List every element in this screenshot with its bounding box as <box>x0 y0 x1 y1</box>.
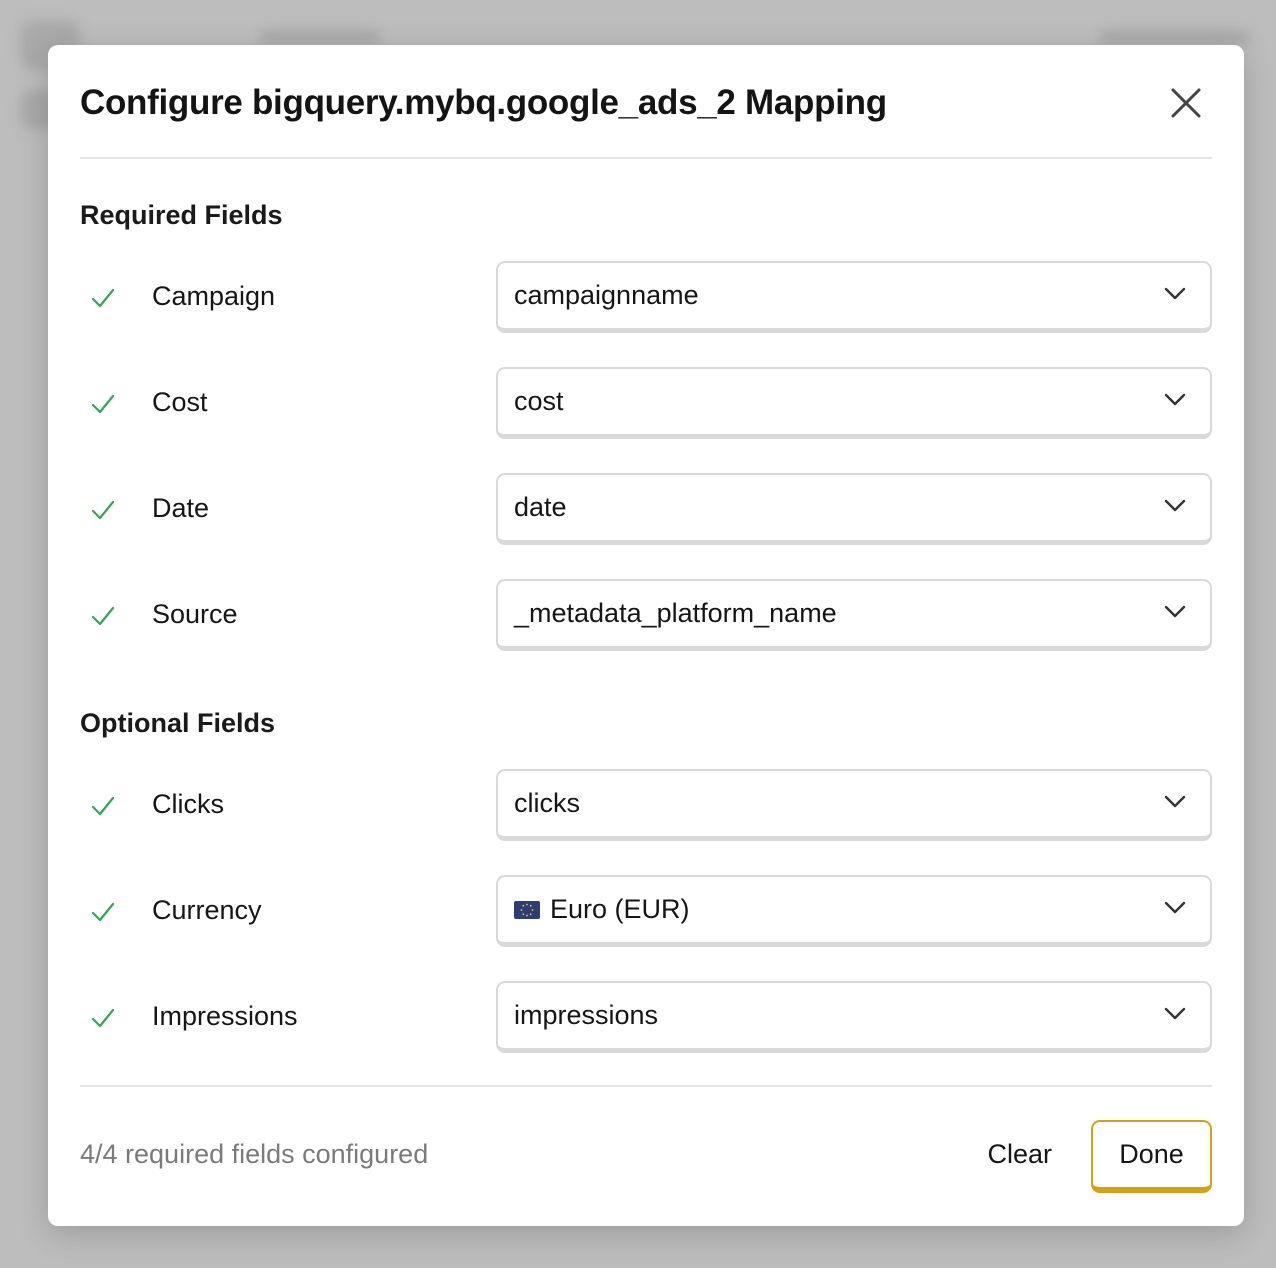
eu-flag-icon <box>514 900 540 919</box>
select-value: campaignname <box>514 280 699 310</box>
select-currency[interactable]: Euro (EUR) <box>496 875 1212 947</box>
chevron-down-icon <box>1164 1007 1186 1020</box>
select-value: cost <box>514 386 564 416</box>
field-row-source: Source _metadata_platform_name <box>80 579 1212 651</box>
field-row-campaign: Campaign campaignname <box>80 261 1212 333</box>
select-campaign[interactable]: campaignname <box>496 261 1212 333</box>
check-icon <box>91 902 115 922</box>
select-value: impressions <box>514 1000 659 1030</box>
close-icon[interactable] <box>1168 85 1204 121</box>
select-value: clicks <box>514 788 580 818</box>
field-label-impressions: Impressions <box>152 1001 298 1031</box>
configured-status-text: 4/4 required fields configured <box>80 1139 429 1169</box>
chevron-down-icon <box>1164 605 1186 618</box>
select-impressions[interactable]: impressions <box>496 981 1212 1053</box>
check-icon <box>91 288 115 308</box>
mapping-dialog: Configure bigquery.mybq.google_ads_2 Map… <box>48 45 1244 1226</box>
field-row-clicks: Clicks clicks <box>80 769 1212 841</box>
select-date[interactable]: date <box>496 473 1212 545</box>
chevron-down-icon <box>1164 287 1186 300</box>
check-icon <box>91 796 115 816</box>
dialog-header: Configure bigquery.mybq.google_ads_2 Map… <box>80 45 1212 159</box>
field-row-date: Date date <box>80 473 1212 545</box>
dialog-footer: 4/4 required fields configured Clear Don… <box>80 1085 1212 1226</box>
field-label-clicks: Clicks <box>152 789 224 819</box>
chevron-down-icon <box>1164 499 1186 512</box>
clear-button[interactable]: Clear <box>987 1139 1052 1170</box>
chevron-down-icon <box>1164 795 1186 808</box>
select-cost[interactable]: cost <box>496 367 1212 439</box>
optional-fields-heading: Optional Fields <box>80 708 276 738</box>
field-label-campaign: Campaign <box>152 281 276 311</box>
field-label-currency: Currency <box>152 895 262 925</box>
select-value: _metadata_platform_name <box>514 598 837 628</box>
select-source[interactable]: _metadata_platform_name <box>496 579 1212 651</box>
field-label-date: Date <box>152 493 210 523</box>
select-clicks[interactable]: clicks <box>496 769 1212 841</box>
done-button[interactable]: Done <box>1091 1120 1212 1193</box>
field-row-cost: Cost cost <box>80 367 1212 439</box>
field-row-impressions: Impressions impressions <box>80 981 1212 1053</box>
chevron-down-icon <box>1164 393 1186 406</box>
chevron-down-icon <box>1164 901 1186 914</box>
select-value: Euro (EUR) <box>550 894 690 924</box>
dialog-title: Configure bigquery.mybq.google_ads_2 Map… <box>80 83 887 122</box>
check-icon <box>91 1008 115 1028</box>
check-icon <box>91 606 115 626</box>
check-icon <box>91 500 115 520</box>
blurred-background-element <box>1100 30 1250 46</box>
select-value: date <box>514 492 567 522</box>
field-row-currency: Currency Euro (EUR) <box>80 875 1212 947</box>
blurred-background-element <box>260 30 380 46</box>
required-fields-heading: Required Fields <box>80 200 283 230</box>
check-icon <box>91 394 115 414</box>
field-label-source: Source <box>152 599 238 629</box>
select-value-wrapper: Euro (EUR) <box>514 894 690 925</box>
field-label-cost: Cost <box>152 387 208 417</box>
